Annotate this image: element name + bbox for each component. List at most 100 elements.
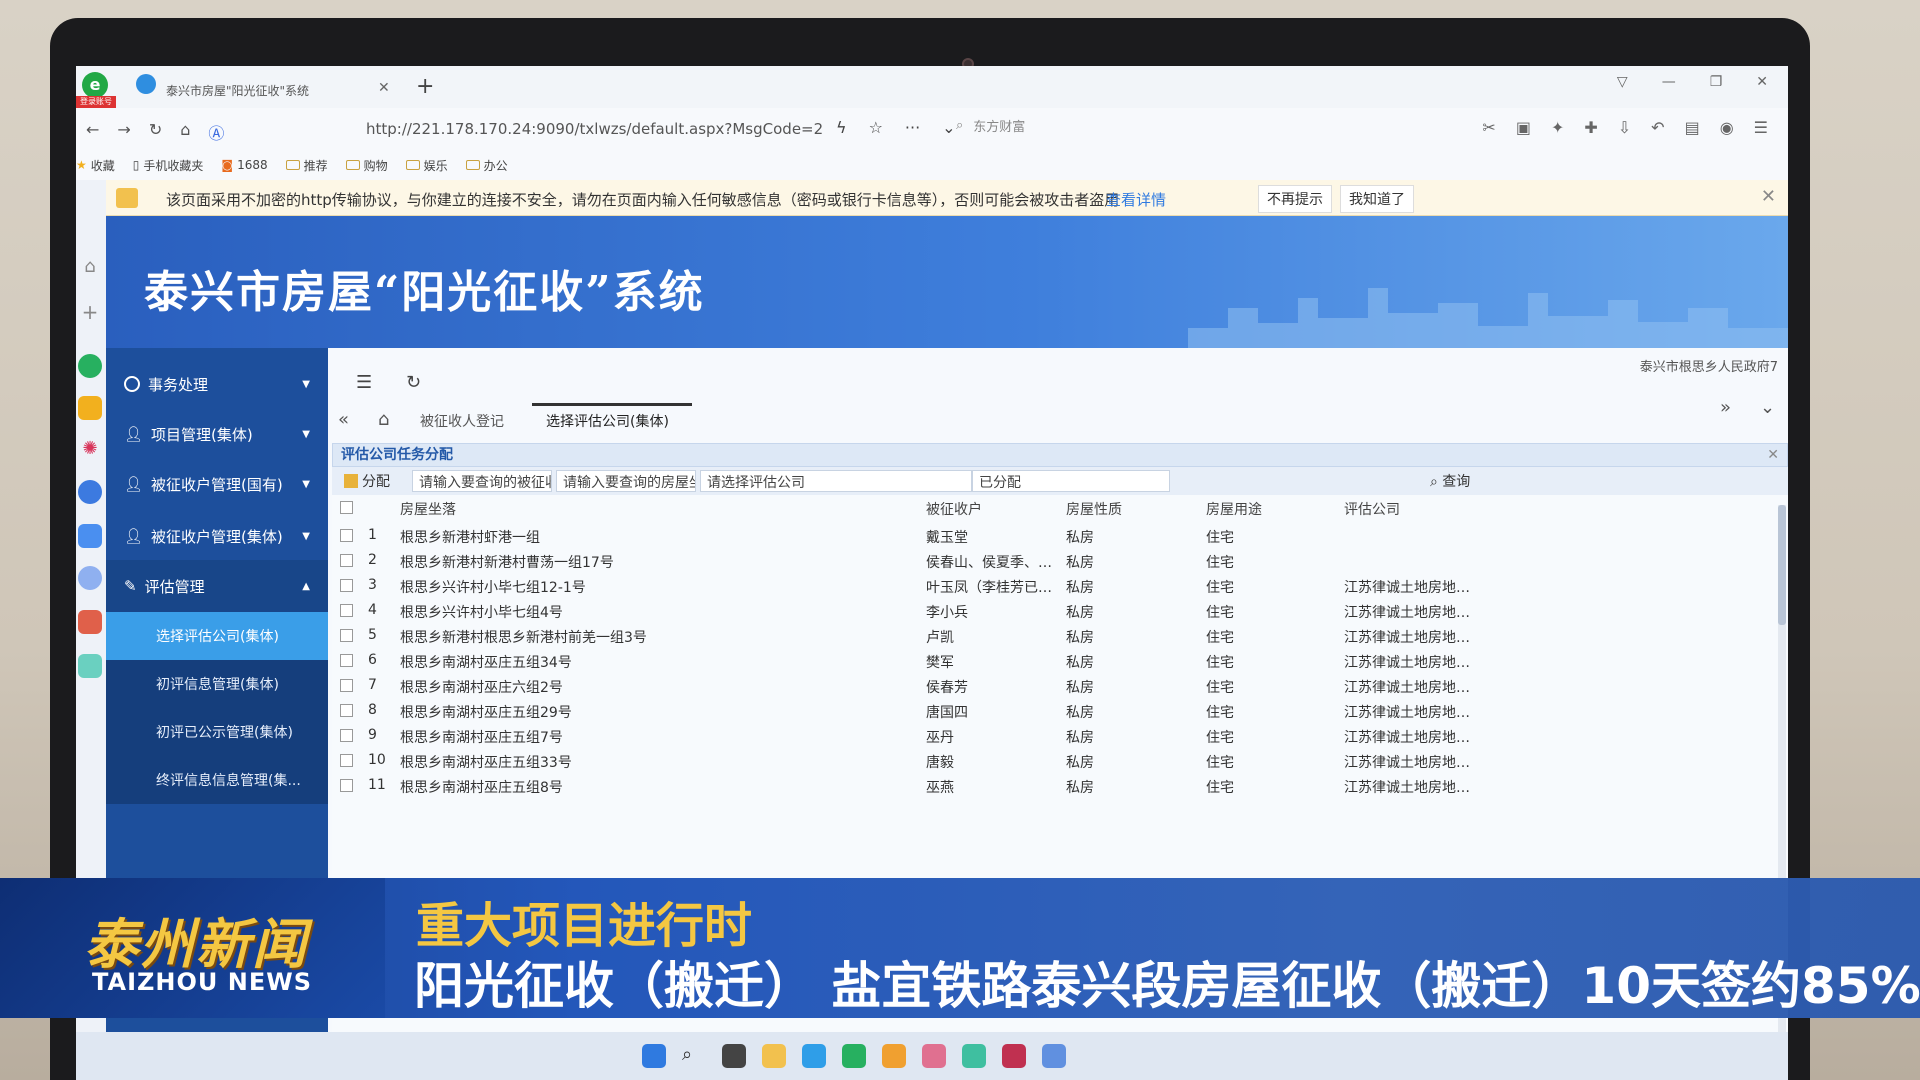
select-all-checkbox[interactable] [340,501,353,514]
ai-assistant-icon[interactable] [78,480,102,504]
table-row[interactable]: 1 根思乡新港村虾港一组 戴玉堂 私房 住宅 [332,523,1772,548]
table-row[interactable]: 11 根思乡南湖村巫庄五组8号 巫燕 私房 住宅 江苏律诚土地房地产... [332,773,1772,798]
company-select[interactable]: 请选择评估公司 [700,470,972,492]
submenu-initial-published[interactable]: 初评已公示管理(集体) [106,708,328,756]
gamepad-icon[interactable] [78,610,102,634]
screen-icon[interactable] [78,654,102,678]
row-checkbox[interactable] [340,729,353,742]
bookmark-folder-recommend[interactable]: 推荐 [285,157,328,174]
start-icon[interactable] [642,1044,666,1068]
owner-search-input[interactable]: 请输入要查询的被征收 [412,470,552,492]
collapse-menu-icon[interactable]: ☰ [356,372,372,393]
row-checkbox[interactable] [340,779,353,792]
home-icon[interactable]: ⌂ [180,120,190,144]
url-input[interactable]: http://221.178.170.24:9090/txlwzs/defaul… [366,120,823,138]
refresh-icon[interactable]: ↻ [149,120,162,144]
table-row[interactable]: 3 根思乡兴许村小毕七组12-1号 叶玉凤（李桂芳已亡... 私房 住宅 江苏律诚土地房地… [332,573,1772,598]
bookmark-folder-shopping[interactable]: 购物 [345,157,388,174]
row-checkbox[interactable] [340,704,353,717]
table-row[interactable]: 5 根思乡新港村根思乡新港村前羌一组3号 卢凯 私房 住宅 江苏律诚土地房地产... [332,623,1772,648]
row-checkbox[interactable] [340,754,353,767]
table-row[interactable]: 10 根思乡南湖村巫庄五组33号 唐毅 私房 住宅 江苏律诚土地房地产... [332,748,1772,773]
more-icon[interactable]: ··· [905,118,920,137]
close-icon[interactable]: ✕ [1761,186,1776,207]
chrome-icon[interactable] [882,1044,906,1068]
warning-details-link[interactable]: 查看详情 [1106,189,1166,210]
menu-item-state-owned[interactable]: 👤︎ 被征收户管理(国有) ▼ [106,458,328,510]
close-icon[interactable]: ✕ [1767,444,1779,466]
extension-icon[interactable]: ✚ [1584,118,1597,137]
row-checkbox[interactable] [340,554,353,567]
undo-icon[interactable]: ↶ [1651,118,1664,137]
submenu-final-eval[interactable]: 终评信息信息管理(集... [106,756,328,804]
table-row[interactable]: 7 根思乡南湖村巫庄六组2号 侯春芳 私房 住宅 江苏律诚土地房地产... [332,673,1772,698]
submenu-initial-eval[interactable]: 初评信息管理(集体) [106,660,328,708]
back-icon[interactable]: ← [86,120,99,144]
favorite-icon[interactable] [78,396,102,420]
app-icon[interactable] [962,1044,986,1068]
menu-item-evaluation[interactable]: ✎ 评估管理 ▲ [106,560,328,612]
tab-registration[interactable]: 被征收人登记 [420,411,504,431]
row-checkbox[interactable] [340,679,353,692]
current-user[interactable]: 泰兴市根思乡人民政府7 [1640,356,1778,375]
table-row[interactable]: 9 根思乡南湖村巫庄五组7号 巫丹 私房 住宅 江苏律诚土地房地产... [332,723,1772,748]
new-tab-button[interactable]: + [416,74,434,99]
submenu-select-company[interactable]: 选择评估公司(集体) [106,612,328,660]
app-icon[interactable] [922,1044,946,1068]
assign-button[interactable]: 分配 [344,471,390,491]
star-icon[interactable]: ☆ [869,118,883,137]
browser-tab[interactable]: 泰兴市房屋"阳光征收"系统 [166,76,406,104]
tabs-left-icon[interactable]: « [338,409,349,430]
row-checkbox[interactable] [340,654,353,667]
send-icon[interactable] [136,74,156,94]
download-icon[interactable]: ⇩ [1618,118,1631,137]
scissors-icon[interactable]: ✂ [1482,118,1495,137]
app-green-icon[interactable] [78,354,102,378]
bookmark-1688[interactable]: ◙ 1688 [221,158,267,172]
bookmark-folder-entertainment[interactable]: 娱乐 [405,157,448,174]
table-row[interactable]: 8 根思乡南湖村巫庄五组29号 唐国四 私房 住宅 江苏律诚土地房地产... [332,698,1772,723]
bookmark-mobile[interactable]: ▯ 手机收藏夹 [133,157,204,174]
shirt-icon[interactable]: ▽ [1617,74,1628,90]
row-checkbox[interactable] [340,604,353,617]
game-icon[interactable]: ✦ [1551,118,1564,137]
menu-item-collective[interactable]: 👤︎ 被征收户管理(集体) ▼ [106,510,328,562]
menu-item-affairs[interactable]: 事务处理 ▼ [106,358,328,410]
browser-icon[interactable] [842,1044,866,1068]
table-row[interactable]: 6 根思乡南湖村巫庄五组34号 樊军 私房 住宅 江苏律诚土地房地产... [332,648,1772,673]
table-row[interactable]: 2 根思乡新港村新港村曹荡一组17号 侯春山、侯夏季、鞠... 私房 住宅 [332,548,1772,573]
wps-icon[interactable] [1002,1044,1026,1068]
wallet-icon[interactable]: ▤ [1685,118,1700,137]
assign-status-select[interactable]: 已分配 [972,470,1170,492]
table-row[interactable]: 4 根思乡兴许村小毕七组4号 李小兵 私房 住宅 江苏律诚土地房地产... [332,598,1772,623]
search-icon[interactable]: ⌕ [682,1044,706,1068]
tabs-right-icon[interactable]: » [1720,397,1731,418]
search-box[interactable]: ⌕ 东方财富 [956,116,1025,135]
close-window-icon[interactable]: ✕ [1756,74,1768,90]
bookmark-folder-office[interactable]: 办公 [465,157,508,174]
maximize-icon[interactable]: ❐ [1710,74,1723,90]
chevron-down-icon[interactable]: ⌄ [942,118,955,137]
menu-icon[interactable]: ☰ [1754,118,1768,137]
search-input[interactable]: 东方财富 [973,116,1025,135]
home-tab-icon[interactable]: ⌂ [378,409,389,430]
color-icon[interactable]: ◉ [1720,118,1734,137]
task-view-icon[interactable] [722,1044,746,1068]
bookmark-favorites[interactable]: ★ 收藏 [76,157,115,174]
app-icon[interactable] [1042,1044,1066,1068]
edge-icon[interactable] [802,1044,826,1068]
dont-show-button[interactable]: 不再提示 [1258,185,1332,213]
video-icon[interactable] [78,566,102,590]
ai-icon[interactable]: Ⓐ [208,120,224,144]
scrollbar-thumb[interactable] [1778,505,1786,625]
browser-logo[interactable]: e 登录账号 [76,70,116,108]
translate-icon[interactable]: ▣ [1516,118,1531,137]
row-checkbox[interactable] [340,529,353,542]
got-it-button[interactable]: 我知道了 [1340,185,1414,213]
menu-item-projects[interactable]: 👤︎ 项目管理(集体) ▼ [106,408,328,460]
home-icon[interactable]: ⌂ [78,256,102,280]
row-checkbox[interactable] [340,579,353,592]
refresh-icon[interactable]: ↻ [406,372,421,393]
location-search-input[interactable]: 请输入要查询的房屋坐 [556,470,696,492]
ai-app-icon[interactable] [78,524,102,548]
